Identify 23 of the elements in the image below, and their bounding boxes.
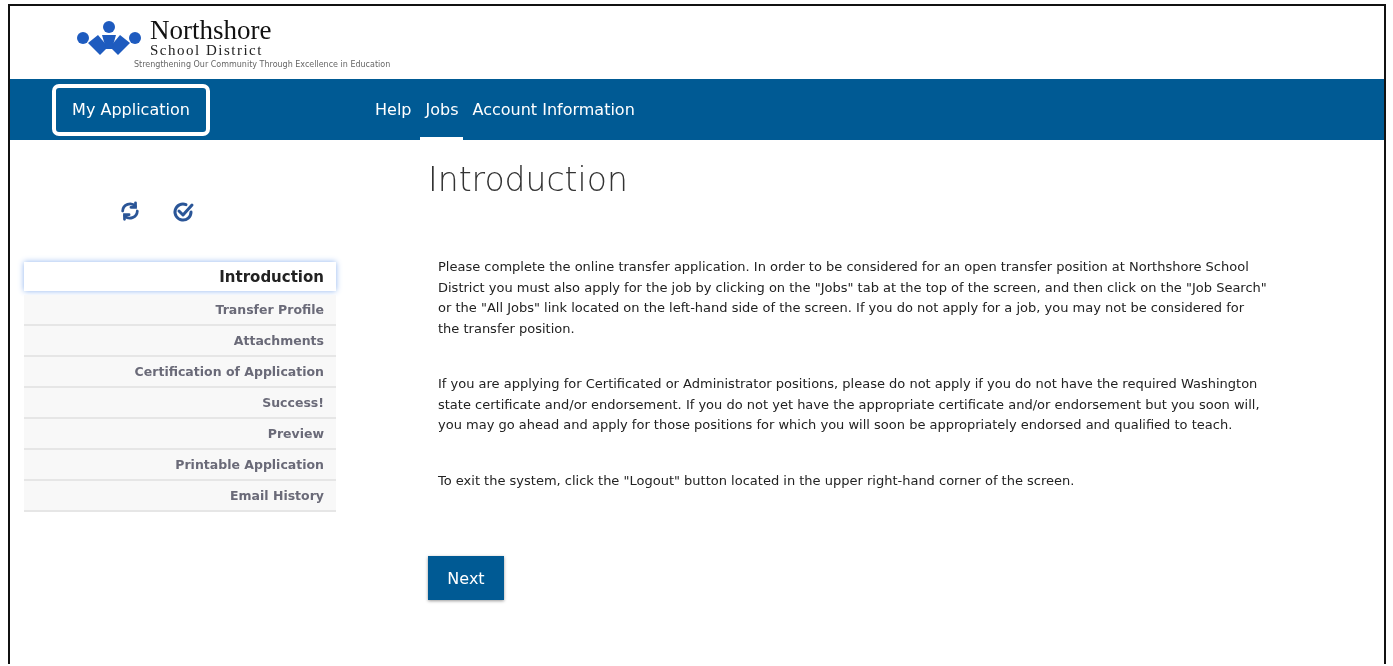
nav-link[interactable]: Jobs xyxy=(420,79,464,140)
page-title: Introduction xyxy=(428,160,629,199)
sidebar-item[interactable]: Transfer Profile xyxy=(24,295,336,326)
paragraph: To exit the system, click the "Logout" button located in the upper right-hand corner of the screen. xyxy=(438,471,1076,490)
logo-icon xyxy=(74,21,144,55)
logo-subtitle: School District xyxy=(150,42,264,58)
paragraph: If you are applying for Certificated or Administrator positions, please do not apply if you do not have the required Washington state certificate and/or endorsement. If you do not yet have the appropriate certificate and/or endorsement but you soon will, you may go ahead and apply for those positions for which you will soon be appropriately endorsed and qualified to teach. xyxy=(438,375,1261,434)
nav-link[interactable]: Help xyxy=(370,79,417,140)
refresh-icon[interactable] xyxy=(119,200,141,222)
sidebar-item[interactable]: Attachments xyxy=(24,326,336,357)
logo-tagline: Strengthening Our Community Through Excellence in Education xyxy=(134,60,392,69)
sidebar-item[interactable]: Introduction xyxy=(24,262,336,291)
sidebar-item[interactable]: Printable Application xyxy=(24,450,336,481)
sidebar-item[interactable]: Certification of Application xyxy=(24,357,336,388)
sidebar-item[interactable]: Preview xyxy=(24,419,336,450)
paragraph: Please complete the online transfer application. In order to be considered for an open transfer position at Northshore School District you must also apply for the job by clicking on the "Jobs" tab at the top of the screen, and then click on the "Job Search" or the "All Jobs" link located on the left-hand side of the screen. If you do not apply for a job, you may not be considered for the transfer position. xyxy=(438,258,1268,338)
sidebar-item[interactable]: Success! xyxy=(24,388,336,419)
check-circle-icon[interactable] xyxy=(171,200,195,224)
sidebar-item[interactable]: Email History xyxy=(24,481,336,512)
nav-link[interactable]: Account Information xyxy=(467,79,640,140)
logo-name: Northshore xyxy=(150,18,272,42)
brand-button[interactable]: My Application xyxy=(52,83,210,136)
next-button[interactable]: Next xyxy=(428,556,504,600)
